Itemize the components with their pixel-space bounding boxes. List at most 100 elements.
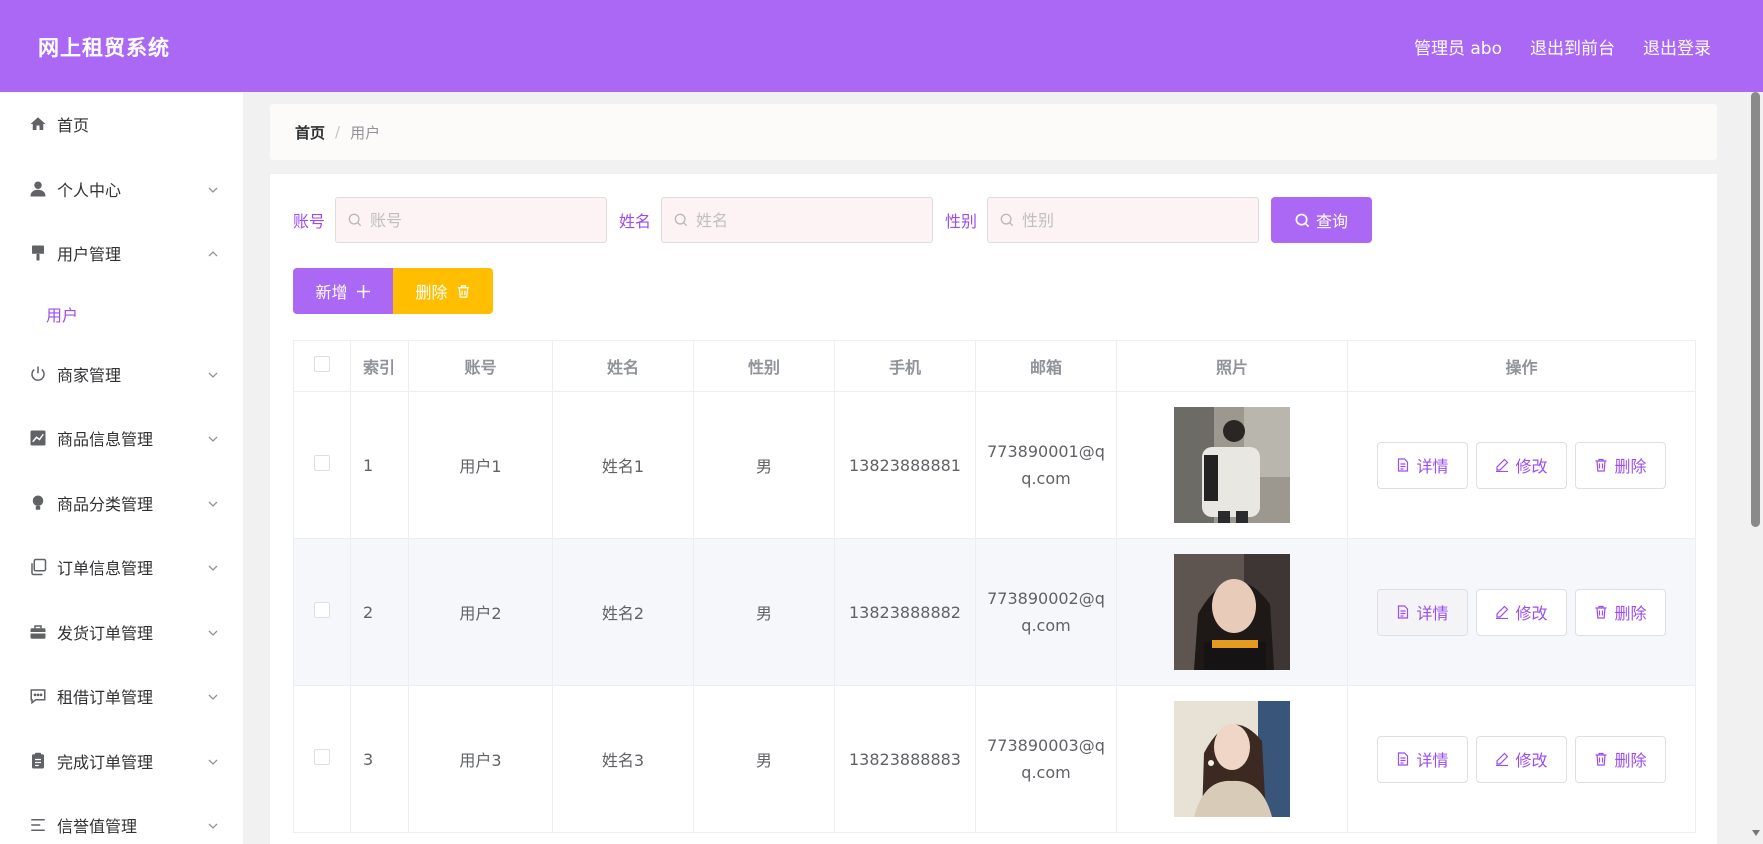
copy-icon [28, 557, 48, 577]
suitcase-icon [28, 622, 48, 642]
column-header: 邮箱 [975, 340, 1117, 392]
batch-delete-label: 删除 [415, 283, 448, 302]
table-row: 3 用户3 姓名3 男 13823888883 773890003@q q.com [293, 685, 1696, 833]
row-checkbox[interactable] [314, 455, 330, 471]
app-title: 网上租贸系统 [38, 36, 170, 60]
delete-button[interactable]: 删除 [1575, 588, 1666, 636]
delete-label: 删除 [1614, 457, 1647, 476]
email-cell: 773890001@q q.com [975, 391, 1117, 539]
photo-cell [1116, 538, 1348, 686]
name-cell: 姓名2 [552, 538, 694, 686]
phone-cell: 13823888883 [834, 685, 976, 833]
user-icon [28, 179, 48, 199]
user-photo[interactable] [1174, 701, 1290, 817]
home-icon [28, 114, 48, 134]
name-input[interactable] [696, 210, 917, 230]
admin-user-link[interactable]: 管理员 abo [1414, 34, 1502, 59]
actions-cell: 详情 修改 删除 [1347, 391, 1696, 539]
batch-delete-button[interactable]: 删除 [393, 268, 493, 314]
account-input[interactable] [370, 210, 591, 230]
search-icon [1000, 213, 1014, 227]
detail-button[interactable]: 详情 [1377, 735, 1468, 783]
user-photo[interactable] [1174, 407, 1290, 523]
sidebar-item-label: 商家管理 [57, 365, 122, 385]
breadcrumb-current: 用户 [350, 123, 381, 142]
email-line: 773890001@q [987, 442, 1105, 461]
sidebar-item-rental-orders[interactable]: 租借订单管理 [0, 664, 243, 729]
trash-icon [1595, 458, 1607, 472]
account-cell: 用户3 [408, 685, 553, 833]
gender-input[interactable] [1022, 210, 1243, 230]
bulb-icon [28, 493, 48, 513]
header-nav: 管理员 abo 退出到前台 退出登录 [1414, 34, 1711, 59]
sidebar-item-personal-center[interactable]: 个人中心 [0, 157, 243, 222]
sidebar-subitem-users[interactable]: 用户 [0, 286, 243, 342]
account-cell: 用户1 [408, 391, 553, 539]
breadcrumb-home[interactable]: 首页 [295, 122, 325, 143]
gender-field [987, 197, 1260, 243]
sidebar-item-label: 完成订单管理 [57, 752, 154, 772]
name-cell: 姓名1 [552, 391, 694, 539]
sidebar-item-label: 商品信息管理 [57, 430, 154, 450]
power-icon [28, 364, 48, 384]
row-checkbox[interactable] [314, 602, 330, 618]
delete-button[interactable]: 删除 [1575, 735, 1666, 783]
email-line: 773890003@q [987, 736, 1105, 755]
search-icon [348, 213, 362, 227]
exit-to-frontend-link[interactable]: 退出到前台 [1530, 34, 1615, 59]
column-header: 性别 [693, 340, 835, 392]
logout-link[interactable]: 退出登录 [1643, 34, 1711, 59]
index-cell: 1 [350, 391, 409, 539]
brush-icon [28, 243, 48, 263]
search-button-label: 查询 [1316, 212, 1349, 231]
sidebar-item-label: 用户管理 [57, 245, 122, 265]
search-form: 账号 姓名 性别 查询 [293, 197, 1373, 243]
sidebar-item-product-category[interactable]: 商品分类管理 [0, 471, 243, 536]
detail-button[interactable]: 详情 [1377, 441, 1468, 489]
search-button[interactable]: 查询 [1271, 197, 1373, 243]
sidebar-item-completed-orders[interactable]: 完成订单管理 [0, 729, 243, 794]
email-cell: 773890002@q q.com [975, 538, 1117, 686]
edit-button[interactable]: 修改 [1476, 441, 1567, 489]
sidebar-item-user-management[interactable]: 用户管理 [0, 221, 243, 286]
sidebar-item-label: 信誉值管理 [57, 817, 138, 837]
chevron-down-icon [207, 366, 219, 378]
trash-icon [1595, 752, 1607, 766]
scrollbar-thumb[interactable] [1751, 92, 1760, 527]
user-photo[interactable] [1174, 554, 1290, 670]
detail-label: 详情 [1416, 751, 1449, 770]
sidebar-item-label: 首页 [57, 116, 90, 136]
gender-cell: 男 [693, 391, 835, 539]
scroll-down-arrow-icon[interactable] [1752, 830, 1760, 836]
account-cell: 用户2 [408, 538, 553, 686]
document-icon [1398, 605, 1409, 619]
sidebar-item-home[interactable]: 首页 [0, 92, 243, 157]
clipboard-icon [28, 751, 48, 771]
sidebar-item-order-info[interactable]: 订单信息管理 [0, 535, 243, 600]
select-all-checkbox[interactable] [314, 356, 330, 372]
add-button[interactable]: 新增 [293, 268, 393, 314]
sidebar-item-product-info[interactable]: 商品信息管理 [0, 406, 243, 471]
index-cell: 2 [350, 538, 409, 686]
document-icon [1398, 458, 1409, 472]
sidebar-item-merchant-management[interactable]: 商家管理 [0, 342, 243, 407]
name-field [661, 197, 934, 243]
detail-button[interactable]: 详情 [1377, 588, 1468, 636]
select-cell [293, 391, 351, 539]
chevron-down-icon [207, 430, 219, 443]
delete-button[interactable]: 删除 [1575, 441, 1666, 489]
sidebar-item-shipping-orders[interactable]: 发货订单管理 [0, 600, 243, 665]
email-cell: 773890003@q q.com [975, 685, 1117, 833]
name-label: 姓名 [619, 212, 652, 231]
edit-button[interactable]: 修改 [1476, 588, 1567, 636]
gender-label: 性别 [945, 212, 978, 231]
select-all-cell [293, 340, 351, 392]
sidebar-item-credit-management[interactable]: 信誉值管理 [0, 793, 243, 844]
select-cell [293, 685, 351, 833]
user-table: 索引 账号 姓名 性别 手机 邮箱 照片 操作 1 用户1 姓名1 男 1382… [293, 340, 1696, 833]
row-checkbox[interactable] [314, 749, 330, 765]
edit-button[interactable]: 修改 [1476, 735, 1567, 783]
photo-cell [1116, 391, 1348, 539]
actions-cell: 详情 修改 删除 [1347, 538, 1696, 686]
column-header: 账号 [408, 340, 553, 392]
